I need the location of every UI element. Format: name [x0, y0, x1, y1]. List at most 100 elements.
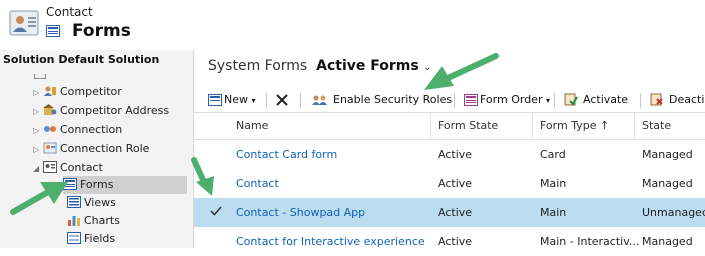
form-order-icon — [464, 94, 478, 106]
toolbar-divider — [454, 93, 455, 108]
entity-label: Contact — [46, 5, 93, 19]
grid-header: Name Form State Form Type ↑ State — [194, 113, 705, 140]
competitor-icon — [44, 86, 56, 96]
table-row-selected[interactable]: Contact - Showpad App Active Main Unmana… — [194, 198, 705, 227]
sidebar-item-competitor-address[interactable]: ▷ Competitor Address — [33, 102, 169, 120]
enable-security-roles-button[interactable]: Enable Security Roles — [312, 92, 452, 108]
new-button[interactable]: New ▾ — [208, 92, 256, 108]
expand-arrow-icon[interactable]: ▷ — [33, 141, 43, 159]
deactivate-icon — [650, 93, 663, 106]
toolbar-divider — [300, 93, 301, 108]
deactivate-button[interactable]: Deacti — [650, 92, 704, 108]
chevron-down-icon[interactable]: ⌄ — [423, 62, 431, 73]
sidebar-item-label: Contact — [60, 161, 103, 174]
page-title: Forms — [72, 21, 131, 41]
view-selector[interactable]: System Forms Active Forms ⌄ — [208, 58, 432, 74]
state-cell: Managed — [642, 235, 693, 248]
view-prefix: System Forms — [208, 58, 308, 74]
sidebar-item-label: Competitor Address — [60, 104, 170, 117]
fields-icon — [67, 232, 81, 244]
state-cell: Unmanaged — [642, 206, 705, 219]
form-name-link[interactable]: Contact Card form — [236, 148, 337, 161]
activate-icon — [564, 93, 578, 106]
toolbar-divider — [554, 93, 555, 108]
tree-scroll-stub — [34, 74, 46, 79]
delete-button[interactable] — [276, 92, 290, 108]
enable-security-roles-label: Enable Security Roles — [333, 93, 453, 106]
column-header-state[interactable]: State — [642, 119, 671, 132]
sidebar-item-connection[interactable]: ▷ Connection — [33, 121, 122, 139]
toolbar-divider — [640, 93, 641, 108]
view-name: Active Forms — [316, 58, 419, 74]
form-order-label: Form Order — [480, 93, 543, 106]
deactivate-label: Deacti — [669, 93, 705, 106]
column-divider — [430, 113, 431, 139]
new-icon — [208, 94, 222, 106]
sidebar-item-charts[interactable]: Charts — [67, 212, 120, 230]
sidebar-item-connection-role[interactable]: ▷ Connection Role — [33, 140, 149, 158]
sidebar-item-views[interactable]: Views — [67, 194, 116, 212]
forms-icon — [46, 25, 60, 37]
state-cell: Managed — [642, 177, 693, 190]
command-bar: New ▾ Enable Security Roles Form Order ▾… — [194, 88, 705, 113]
sidebar-item-forms[interactable]: Forms — [63, 176, 187, 194]
form-name-link[interactable]: Contact for Interactive experience — [236, 235, 425, 248]
form-state-cell: Active — [438, 235, 473, 248]
sidebar-item-label: Connection — [60, 123, 123, 136]
sidebar-item-label: Competitor — [60, 85, 122, 98]
sidebar-title: Solution Default Solution — [3, 53, 160, 66]
form-name-link[interactable]: Contact — [236, 177, 279, 190]
form-state-cell: Active — [438, 177, 473, 190]
contact-icon — [43, 161, 57, 173]
table-row[interactable]: Contact for Interactive experience Activ… — [194, 227, 705, 256]
sidebar-item-label: Fields — [84, 232, 116, 245]
page-header: Contact Forms — [0, 0, 705, 50]
column-header-label: Form Type — [540, 119, 597, 132]
state-cell: Managed — [642, 148, 693, 161]
form-state-cell: Active — [438, 206, 473, 219]
sidebar-item-contact[interactable]: ◢ Contact — [33, 159, 103, 177]
contact-entity-icon — [9, 10, 39, 36]
form-type-cell: Main - Interactiv... — [540, 235, 640, 248]
expand-arrow-icon[interactable]: ▷ — [33, 103, 43, 121]
new-label: New — [224, 93, 248, 106]
expand-arrow-icon[interactable]: ▷ — [33, 84, 43, 102]
column-header-name[interactable]: Name — [236, 119, 268, 132]
activate-button[interactable]: Activate — [564, 92, 628, 108]
sort-ascending-icon: ↑ — [599, 119, 610, 132]
solution-sidebar: Solution Default Solution ▷ Competitor ▷ C… — [0, 50, 194, 248]
sidebar-item-fields[interactable]: Fields — [67, 230, 115, 248]
sidebar-item-label: Connection Role — [60, 142, 150, 155]
toolbar-divider — [266, 93, 267, 108]
sidebar-item-label: Charts — [84, 214, 120, 227]
sidebar-item-label: Views — [84, 196, 116, 209]
collapse-arrow-icon[interactable]: ◢ — [33, 160, 43, 178]
table-row[interactable]: Contact Card form Active Card Managed — [194, 140, 705, 169]
sidebar-item-label: Forms — [80, 178, 114, 191]
table-row[interactable]: Contact Active Main Managed — [194, 169, 705, 198]
connection-role-icon — [43, 142, 57, 154]
forms-icon — [63, 178, 77, 190]
chevron-down-icon[interactable]: ▾ — [546, 96, 550, 105]
sidebar-item-competitor[interactable]: ▷ Competitor — [33, 83, 122, 101]
expand-arrow-icon[interactable]: ▷ — [33, 122, 43, 140]
chevron-down-icon[interactable]: ▾ — [252, 96, 256, 105]
form-name-link[interactable]: Contact - Showpad App — [236, 206, 365, 219]
form-type-cell: Main — [540, 206, 567, 219]
security-roles-icon — [312, 95, 327, 105]
views-icon — [67, 196, 81, 208]
connection-icon — [44, 126, 56, 132]
form-type-cell: Card — [540, 148, 566, 161]
column-divider — [532, 113, 533, 139]
main-content: System Forms Active Forms ⌄ New ▾ Enable… — [194, 50, 705, 248]
form-type-cell: Main — [540, 177, 567, 190]
checkmark-icon[interactable] — [210, 205, 222, 217]
column-divider — [634, 113, 635, 139]
delete-icon — [276, 94, 288, 106]
form-state-cell: Active — [438, 148, 473, 161]
column-header-form-state[interactable]: Form State — [438, 119, 498, 132]
charts-icon — [68, 216, 80, 226]
competitor-address-icon — [43, 104, 57, 115]
form-order-button[interactable]: Form Order ▾ — [464, 92, 550, 108]
column-header-form-type[interactable]: Form Type ↑ — [540, 119, 609, 132]
